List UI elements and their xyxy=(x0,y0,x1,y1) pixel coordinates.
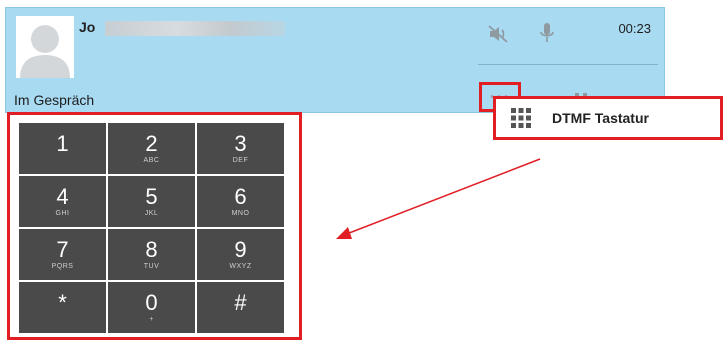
key-digit: 6 xyxy=(234,183,247,209)
key-digit: 4 xyxy=(56,183,69,209)
keypad-key-hash[interactable]: # xyxy=(197,282,284,333)
key-letters: JKL xyxy=(144,209,159,217)
call-timer: 00:23 xyxy=(618,21,651,36)
annotation-arrow xyxy=(336,158,541,239)
keypad-key-star[interactable]: * xyxy=(19,282,106,333)
dtmf-keypad: 1 2 ABC 3 DEF 4 GHI 5 JKL 6 MNO 7 PQRS 8… xyxy=(19,123,284,333)
caller-name-redacted xyxy=(105,21,285,36)
speaker-muted-icon[interactable] xyxy=(487,24,509,49)
key-letters: PQRS xyxy=(51,262,74,270)
microphone-icon[interactable] xyxy=(539,22,555,49)
key-letters: WXYZ xyxy=(229,262,252,270)
key-letters: MNO xyxy=(231,209,250,217)
keypad-key-2[interactable]: 2 ABC xyxy=(108,123,195,174)
caller-name: Jo xyxy=(79,19,96,35)
key-letters: + xyxy=(149,315,154,323)
key-letters: DEF xyxy=(232,156,249,164)
keypad-key-0[interactable]: 0 + xyxy=(108,282,195,333)
key-digit: 9 xyxy=(234,236,247,262)
dtmf-menu-label: DTMF Tastatur xyxy=(552,110,649,126)
keypad-key-1[interactable]: 1 xyxy=(19,123,106,174)
keypad-key-4[interactable]: 4 GHI xyxy=(19,176,106,227)
key-letters: TUV xyxy=(143,262,160,270)
keypad-key-6[interactable]: 6 MNO xyxy=(197,176,284,227)
key-digit: 5 xyxy=(145,183,158,209)
dtmf-menu-item[interactable]: DTMF Tastatur xyxy=(493,96,723,140)
dtmf-keypad-highlight: 1 2 ABC 3 DEF 4 GHI 5 JKL 6 MNO 7 PQRS 8… xyxy=(7,112,302,340)
key-digit: 0 xyxy=(145,289,158,315)
keypad-key-9[interactable]: 9 WXYZ xyxy=(197,229,284,280)
dialpad-grid-icon xyxy=(510,107,532,129)
keypad-key-3[interactable]: 3 DEF xyxy=(197,123,284,174)
key-letters: ABC xyxy=(143,156,160,164)
keypad-key-8[interactable]: 8 TUV xyxy=(108,229,195,280)
key-digit: 1 xyxy=(56,130,69,156)
key-digit: # xyxy=(234,289,247,315)
user-avatar-icon xyxy=(16,16,74,78)
key-digit: 3 xyxy=(234,130,247,156)
keypad-key-5[interactable]: 5 JKL xyxy=(108,176,195,227)
toolbar-divider xyxy=(478,64,658,65)
key-digit: * xyxy=(58,289,67,315)
key-digit: 8 xyxy=(145,236,158,262)
key-digit: 2 xyxy=(145,130,158,156)
key-digit: 7 xyxy=(56,236,69,262)
call-status: Im Gespräch xyxy=(14,92,95,108)
softphone-window: Jo Im Gespräch 00:23 ··· xyxy=(0,0,723,340)
key-letters: GHI xyxy=(55,209,70,217)
keypad-key-7[interactable]: 7 PQRS xyxy=(19,229,106,280)
